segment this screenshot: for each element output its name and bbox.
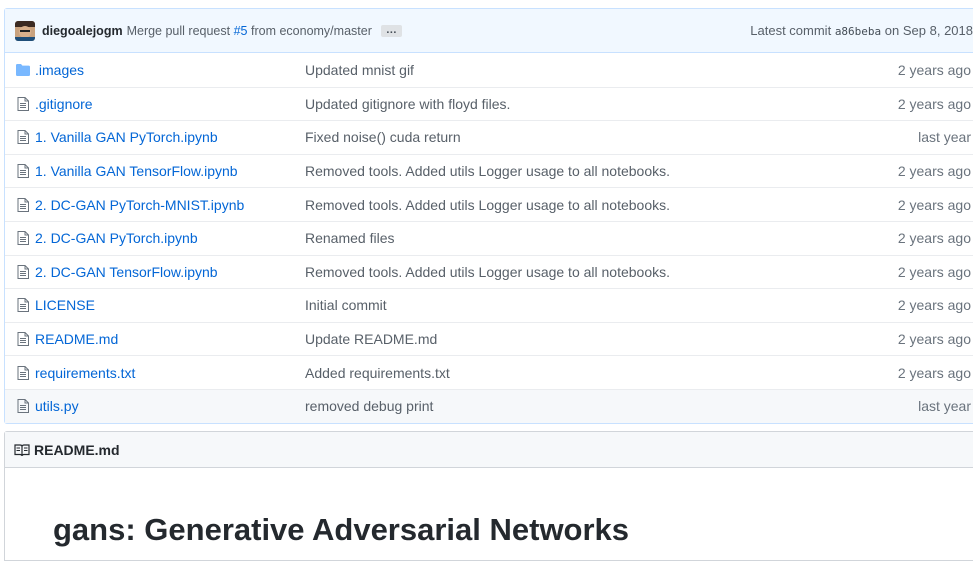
file-age: 2 years ago xyxy=(897,263,971,280)
commit-date: on Sep 8, 2018 xyxy=(884,23,973,38)
commit-message[interactable]: Merge pull request #5 from economy/maste… xyxy=(127,24,372,38)
file-age: 2 years ago xyxy=(897,163,971,180)
readme-header: README.md xyxy=(5,432,973,468)
file-row[interactable]: .gitignore Updated gitignore with floyd f… xyxy=(5,86,973,121)
file-name-link[interactable]: LICENSE xyxy=(35,297,305,313)
file-name-link[interactable]: requirements.txt xyxy=(35,365,305,381)
file-row[interactable]: 1. Vanilla GAN PyTorch.ipynb Fixed noise(… xyxy=(5,120,973,154)
commit-sha-link[interactable]: a86beba xyxy=(835,25,881,38)
file-commit-message-link[interactable]: Updated gitignore with floyd files. xyxy=(305,96,510,112)
file-row[interactable]: 2. DC-GAN TensorFlow.ipynb Removed tools.… xyxy=(5,254,973,289)
file-row[interactable]: LICENSE Initial commit 2 years ago xyxy=(5,288,973,322)
file-icon xyxy=(15,130,31,145)
file-age: 2 years ago xyxy=(897,230,971,247)
file-commit-message-link[interactable]: Removed tools. Added utils Logger usage … xyxy=(305,197,670,213)
file-commit-message-link[interactable]: removed debug print xyxy=(305,398,433,414)
file-icon xyxy=(15,264,31,279)
commit-message-prefix[interactable]: Merge pull request xyxy=(127,24,231,38)
file-row[interactable]: .images Updated mnist gif 2 years ago xyxy=(5,53,973,87)
book-icon xyxy=(14,443,30,457)
folder-icon xyxy=(15,63,31,76)
commit-author-link[interactable]: diegoalejogm xyxy=(42,24,123,38)
expand-commit-message-button[interactable]: … xyxy=(380,24,402,37)
file-name-link[interactable]: 2. DC-GAN TensorFlow.ipynb xyxy=(35,264,305,280)
file-age: 2 years ago xyxy=(897,196,971,213)
readme-panel: README.md gans: Generative Adversarial N… xyxy=(4,431,973,561)
file-icon xyxy=(15,164,31,179)
file-commit-message-link[interactable]: Renamed files xyxy=(305,230,395,246)
readme-title: gans: Generative Adversarial Networks xyxy=(53,512,630,547)
file-commit-message-link[interactable]: Removed tools. Added utils Logger usage … xyxy=(305,163,670,179)
pull-request-link[interactable]: #5 xyxy=(234,24,248,38)
latest-commit-bar: diegoalejogm Merge pull request #5 from … xyxy=(5,9,973,53)
file-icon xyxy=(15,298,31,313)
file-age: 2 years ago xyxy=(897,331,971,348)
latest-commit-info: Latest commit a86beba on Sep 8, 2018 xyxy=(750,23,973,38)
file-commit-message-link[interactable]: Removed tools. Added utils Logger usage … xyxy=(305,264,670,280)
file-age: 2 years ago xyxy=(897,297,971,314)
file-age: 2 years ago xyxy=(897,364,971,381)
file-age: 2 years ago xyxy=(897,61,971,78)
avatar[interactable] xyxy=(15,20,35,41)
file-commit-message-link[interactable]: Update README.md xyxy=(305,331,437,347)
file-icon xyxy=(15,231,31,246)
file-row[interactable]: 1. Vanilla GAN TensorFlow.ipynb Removed t… xyxy=(5,153,973,188)
file-row[interactable]: 2. DC-GAN PyTorch.ipynb Renamed files 2 ye… xyxy=(5,220,973,255)
file-name-link[interactable]: .gitignore xyxy=(35,96,305,112)
file-name-link[interactable]: README.md xyxy=(35,331,305,347)
file-icon xyxy=(15,96,31,111)
file-commit-message-link[interactable]: Initial commit xyxy=(305,297,387,313)
file-navigation-table: diegoalejogm Merge pull request #5 from … xyxy=(4,8,973,424)
file-name-link[interactable]: 2. DC-GAN PyTorch.ipynb xyxy=(35,230,305,246)
file-name-link[interactable]: 2. DC-GAN PyTorch-MNIST.ipynb xyxy=(35,197,305,213)
file-commit-message-link[interactable]: Updated mnist gif xyxy=(305,62,414,78)
file-name-link[interactable]: .images xyxy=(35,62,305,78)
file-icon xyxy=(15,197,31,212)
file-row[interactable]: 2. DC-GAN PyTorch-MNIST.ipynb Removed too… xyxy=(5,187,973,221)
readme-header-label: README.md xyxy=(34,441,120,458)
file-icon xyxy=(15,332,31,347)
file-name-link[interactable]: 1. Vanilla GAN TensorFlow.ipynb xyxy=(35,163,305,179)
latest-commit-label: Latest commit xyxy=(750,23,832,38)
file-list: .images Updated mnist gif 2 years ago .giti… xyxy=(5,53,973,423)
file-age: last year xyxy=(918,398,971,415)
file-name-link[interactable]: utils.py xyxy=(35,398,305,414)
file-commit-message-link[interactable]: Fixed noise() cuda return xyxy=(305,129,461,145)
file-row[interactable]: utils.py removed debug print last year xyxy=(5,388,973,423)
file-age: 2 years ago xyxy=(897,95,971,112)
file-commit-message-link[interactable]: Added requirements.txt xyxy=(305,365,450,381)
file-name-link[interactable]: 1. Vanilla GAN PyTorch.ipynb xyxy=(35,129,305,145)
file-row[interactable]: README.md Update README.md 2 years ago xyxy=(5,321,973,356)
file-icon xyxy=(15,365,31,380)
commit-message-suffix[interactable]: from economy/master xyxy=(251,24,372,38)
file-row[interactable]: requirements.txt Added requirements.txt 2 … xyxy=(5,355,973,389)
file-age: last year xyxy=(918,129,971,146)
file-icon xyxy=(15,399,31,414)
